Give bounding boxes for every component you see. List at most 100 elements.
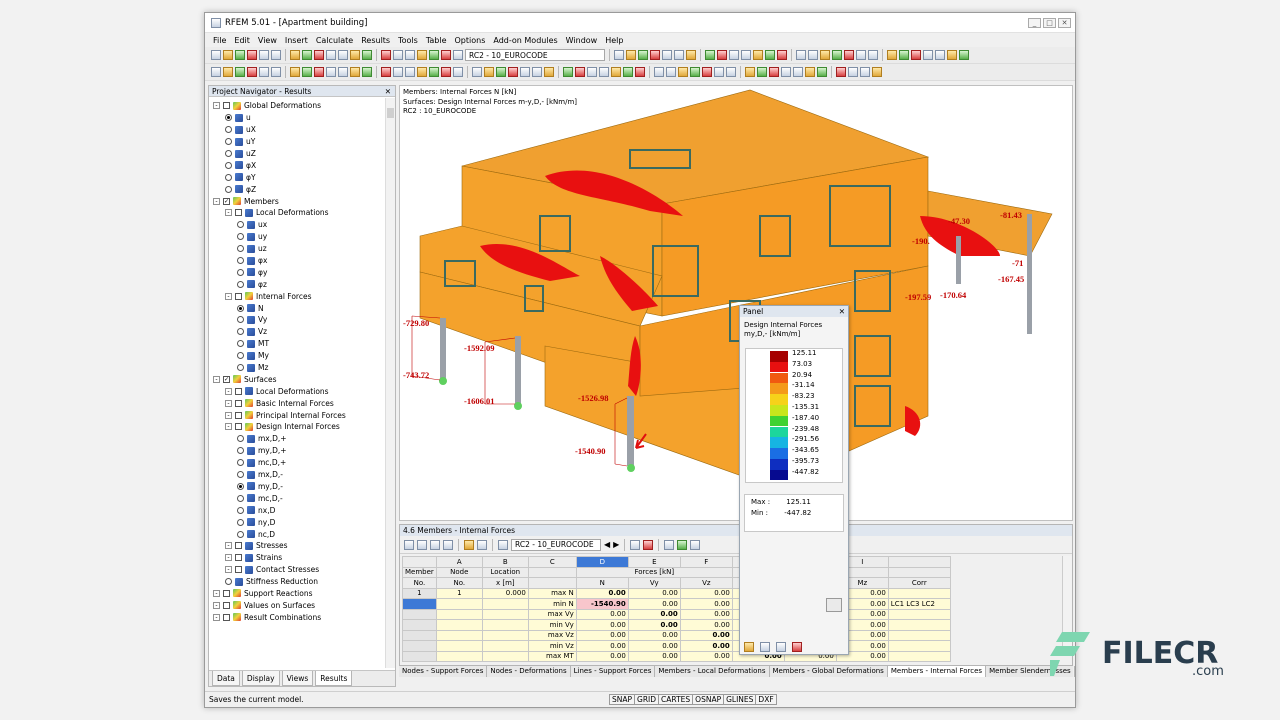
- menu-edit[interactable]: Edit: [234, 36, 250, 45]
- toolbar-tool-icon[interactable]: [496, 67, 506, 77]
- toolbar-tool-icon[interactable]: [614, 50, 624, 60]
- toolbar-tool-icon[interactable]: [836, 67, 846, 77]
- table-cell-node[interactable]: [435, 650, 483, 662]
- table-cell-corr[interactable]: [887, 640, 951, 652]
- checkbox[interactable]: [223, 613, 230, 621]
- table-cell-n[interactable]: 0.00: [575, 640, 629, 652]
- toolbar-tool-icon[interactable]: [211, 67, 221, 77]
- table-tab[interactable]: Members - Local Deformations: [655, 666, 770, 677]
- radio-button[interactable]: [237, 364, 244, 372]
- expand-icon[interactable]: -: [225, 387, 232, 395]
- tree-item[interactable]: φy: [209, 266, 385, 278]
- tree-item[interactable]: ux: [209, 219, 385, 231]
- radio-button[interactable]: [237, 328, 244, 336]
- expand-icon[interactable]: -: [225, 554, 232, 562]
- toolbar-tool-icon[interactable]: [417, 50, 427, 60]
- radio-button[interactable]: [225, 161, 232, 169]
- tree-item[interactable]: mc,D,-: [209, 492, 385, 504]
- table-tool-icon[interactable]: [498, 539, 508, 550]
- model-viewport[interactable]: Members: Internal Forces N [kN] Surfaces…: [399, 85, 1073, 521]
- table-cell-vz[interactable]: 0.00: [679, 629, 733, 641]
- table-cell-vz[interactable]: 0.00: [679, 608, 733, 620]
- toolbar-tool-icon[interactable]: [271, 50, 281, 60]
- table-cell-vz[interactable]: 0.00: [679, 598, 733, 610]
- tree-item[interactable]: mx,D,+: [209, 433, 385, 445]
- radio-button[interactable]: [237, 352, 244, 360]
- table-cell-member[interactable]: [402, 629, 437, 641]
- toolbar-tool-icon[interactable]: [674, 50, 684, 60]
- expand-icon[interactable]: -: [225, 411, 232, 419]
- minimize-button[interactable]: _: [1028, 17, 1041, 28]
- table-cell-x[interactable]: 0.000: [481, 587, 529, 599]
- table-cell-n[interactable]: 0.00: [575, 629, 629, 641]
- radio-button[interactable]: [225, 173, 232, 181]
- toolbar-tool-icon[interactable]: [611, 67, 621, 77]
- table-cell-corr[interactable]: [887, 619, 951, 631]
- toolbar-tool-icon[interactable]: [911, 50, 921, 60]
- table-cell-vz[interactable]: 0.00: [679, 650, 733, 662]
- menu-results[interactable]: Results: [361, 36, 390, 45]
- table-row[interactable]: max Vy0.000.000.000.000.000.00: [402, 608, 951, 620]
- table-cell-member[interactable]: [402, 608, 437, 620]
- toolbar-tool-icon[interactable]: [247, 67, 257, 77]
- table-cell-label[interactable]: min Vy: [527, 619, 577, 631]
- table-cell-label[interactable]: min N: [527, 598, 577, 610]
- toolbar-tool-icon[interactable]: [817, 67, 827, 77]
- panel-edit-icon[interactable]: [776, 642, 786, 652]
- radio-button[interactable]: [237, 233, 244, 241]
- tree-item[interactable]: φX: [209, 159, 385, 171]
- table-cell-label[interactable]: min Vz: [527, 640, 577, 652]
- checkbox[interactable]: [235, 411, 242, 419]
- toolbar-tool-icon[interactable]: [247, 50, 257, 60]
- expand-icon[interactable]: -: [213, 613, 220, 621]
- tree-item[interactable]: my,D,+: [209, 445, 385, 457]
- toolbar-tool-icon[interactable]: [235, 67, 245, 77]
- radio-button[interactable]: [225, 185, 232, 193]
- toolbar-tool-icon[interactable]: [472, 67, 482, 77]
- toolbar-tool-icon[interactable]: [314, 67, 324, 77]
- tree-item[interactable]: Stiffness Reduction: [209, 576, 385, 588]
- toolbar-tool-icon[interactable]: [662, 50, 672, 60]
- toolbar-tool-icon[interactable]: [520, 67, 530, 77]
- status-toggle-snap[interactable]: SNAP: [609, 694, 636, 705]
- tree-item[interactable]: nx,D: [209, 504, 385, 516]
- tree-item[interactable]: mc,D,+: [209, 457, 385, 469]
- toolbar-tool-icon[interactable]: [805, 67, 815, 77]
- zoom-icon[interactable]: [826, 598, 842, 612]
- checkbox[interactable]: [235, 423, 242, 431]
- tree-item[interactable]: - Values on Surfaces: [209, 599, 385, 611]
- tree-item[interactable]: - Local Deformations: [209, 385, 385, 397]
- tree-item[interactable]: uX: [209, 124, 385, 136]
- tree-item[interactable]: - Support Reactions: [209, 588, 385, 600]
- checkbox[interactable]: [223, 601, 230, 609]
- toolbar-tool-icon[interactable]: [441, 67, 451, 77]
- close-icon[interactable]: ✕: [839, 307, 845, 316]
- expand-icon[interactable]: -: [225, 209, 232, 217]
- checkbox[interactable]: [235, 209, 242, 217]
- table-cell-member[interactable]: 1: [402, 587, 437, 599]
- toolbar-tool-icon[interactable]: [587, 67, 597, 77]
- toolbar-tool-icon[interactable]: [777, 50, 787, 60]
- table-tool-icon[interactable]: [643, 539, 654, 550]
- toolbar-tool-icon[interactable]: [326, 50, 336, 60]
- toolbar-tool-icon[interactable]: [259, 67, 269, 77]
- table-tab[interactable]: Nodes - Deformations: [487, 666, 571, 677]
- table-tool-icon[interactable]: [464, 539, 474, 550]
- table-cell-label[interactable]: max Vy: [527, 608, 577, 620]
- filter-icon[interactable]: [630, 539, 641, 550]
- expand-icon[interactable]: -: [225, 292, 232, 300]
- expand-icon[interactable]: -: [225, 423, 232, 431]
- table-tool-icon[interactable]: [417, 539, 427, 550]
- tree-item[interactable]: uy: [209, 231, 385, 243]
- table-cell-node[interactable]: [435, 619, 483, 631]
- tree-item[interactable]: uY: [209, 136, 385, 148]
- radio-button[interactable]: [225, 150, 232, 157]
- table-cell-node[interactable]: [435, 640, 483, 652]
- toolbar-tool-icon[interactable]: [290, 67, 300, 77]
- table-row[interactable]: max MT 0.00 0.00 0.00 0.00 0.00 0.00: [402, 650, 951, 662]
- toolbar-tool-icon[interactable]: [429, 67, 439, 77]
- tree-item[interactable]: uz: [209, 243, 385, 255]
- checkbox[interactable]: [235, 292, 242, 300]
- toolbar-tool-icon[interactable]: [765, 50, 775, 60]
- toolbar-tool-icon[interactable]: [714, 67, 724, 77]
